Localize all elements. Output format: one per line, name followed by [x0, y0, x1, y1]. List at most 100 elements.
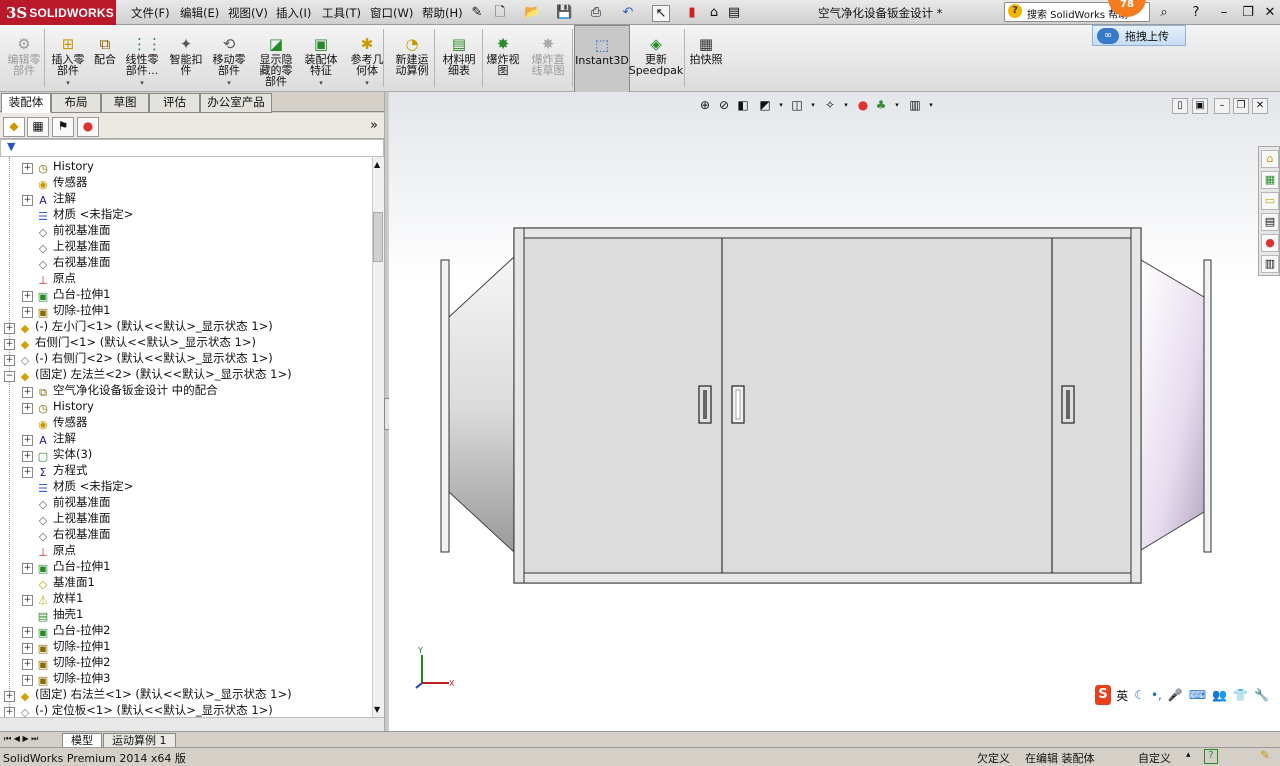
tree-item[interactable]: +◇右视基准面: [22, 254, 111, 271]
scroll-down-icon[interactable]: ▼: [374, 705, 380, 714]
tree-item[interactable]: + ▢ 实体(3): [22, 446, 92, 463]
command-button[interactable]: ▤ 材料明 细表: [440, 25, 478, 91]
expand-toggle-icon[interactable]: +: [22, 451, 33, 462]
view-palette-icon[interactable]: ▤: [1261, 213, 1279, 231]
tree-item[interactable]: − ◆ (固定) 左法兰<2> (默认<<默认>_显示状态 1>): [4, 366, 292, 383]
command-tab[interactable]: 装配体: [1, 93, 51, 113]
skin-icon[interactable]: 👕: [1233, 688, 1248, 702]
design-library-icon[interactable]: ▦: [1261, 171, 1279, 189]
search-magnifier-icon[interactable]: ⌕: [1156, 5, 1172, 20]
expand-toggle-icon[interactable]: +: [4, 339, 15, 350]
expand-toggle-icon[interactable]: +: [22, 163, 33, 174]
menu-item[interactable]: 工具(T): [322, 5, 361, 21]
new-document-icon[interactable]: 🗋: [492, 5, 508, 20]
door-handle-right[interactable]: [1061, 385, 1075, 424]
graphics-area[interactable]: Y X: [389, 92, 1280, 731]
expand-toggle-icon[interactable]: +: [22, 563, 33, 574]
display-style-icon[interactable]: ✧: [822, 97, 838, 113]
command-button[interactable]: ⋮⋮ 线性零 部件... ▾: [122, 25, 163, 91]
options-icon[interactable]: ▤: [726, 5, 742, 20]
expand-toggle-icon[interactable]: +: [4, 323, 15, 334]
right-flange[interactable]: [1140, 259, 1212, 553]
tree-item[interactable]: +▤抽壳1: [22, 606, 84, 623]
chevron-down-icon[interactable]: ▾: [227, 78, 231, 89]
tree-item[interactable]: + ▣ 凸台-拉伸1: [22, 286, 110, 303]
help-icon[interactable]: ?: [1188, 5, 1204, 20]
tree-item[interactable]: + ▣ 凸台-拉伸2: [22, 622, 110, 639]
select-cursor-icon[interactable]: ↖: [652, 5, 670, 22]
command-button[interactable]: ◪ 显示隐 藏的零 部件: [256, 25, 296, 91]
tree-item[interactable]: + ▣ 切除-拉伸2: [22, 654, 110, 671]
expand-toggle-icon[interactable]: +: [22, 387, 33, 398]
tree-item[interactable]: +◇前视基准面: [22, 494, 111, 511]
chevron-down-icon[interactable]: ▾: [773, 97, 789, 113]
tree-item[interactable]: +◇前视基准面: [22, 222, 111, 239]
pin-icon[interactable]: ✎: [469, 5, 485, 20]
microphone-icon[interactable]: 🎤: [1168, 688, 1183, 702]
chevron-down-icon[interactable]: ▾: [140, 78, 144, 89]
command-tab[interactable]: 布局: [51, 93, 101, 113]
tree-item[interactable]: +⊥原点: [22, 542, 76, 559]
tree-item[interactable]: +☰材质 <未指定>: [22, 206, 133, 223]
tree-item[interactable]: + ⧉ 空气净化设备钣金设计 中的配合: [22, 382, 218, 399]
command-button[interactable]: ✸ 爆炸直 线草图: [528, 25, 568, 91]
chevron-down-icon[interactable]: ▾: [889, 97, 905, 113]
doc-minimize-icon[interactable]: –: [1214, 98, 1230, 114]
status-custom-arrow[interactable]: ▴: [1186, 750, 1191, 760]
configuration-manager-icon[interactable]: ⚑: [52, 117, 74, 137]
command-tab[interactable]: 评估: [149, 93, 200, 113]
command-button[interactable]: ✦ 智能扣件: [167, 25, 205, 91]
file-properties-icon[interactable]: ⌂: [706, 5, 722, 20]
view-orientation-icon[interactable]: ◫: [789, 97, 805, 113]
sogou-logo[interactable]: S: [1095, 685, 1112, 705]
tree-item[interactable]: +◇基准面1: [22, 574, 95, 591]
tree-item[interactable]: +☰材质 <未指定>: [22, 478, 133, 495]
doc-restore-icon[interactable]: ❐: [1233, 98, 1249, 114]
ime-language[interactable]: 英: [1116, 687, 1128, 704]
print-icon[interactable]: ⎙: [588, 5, 604, 20]
file-explorer-icon[interactable]: ▭: [1261, 192, 1279, 210]
appearance-icon[interactable]: ●: [855, 97, 871, 113]
expand-toggle-icon[interactable]: +: [22, 307, 33, 318]
command-button[interactable]: ✸ 爆炸视图: [484, 25, 522, 91]
expand-toggle-icon[interactable]: +: [22, 467, 33, 478]
expand-toggle-icon[interactable]: +: [22, 195, 33, 206]
tree-filter[interactable]: ▼: [0, 139, 384, 157]
tree-horizontal-scrollbar[interactable]: [0, 717, 384, 731]
tree-item[interactable]: +◉传感器: [22, 414, 87, 431]
menu-item[interactable]: 视图(V): [228, 5, 268, 21]
tree-item[interactable]: + ▣ 凸台-拉伸1: [22, 558, 110, 575]
expand-toggle-icon[interactable]: +: [22, 643, 33, 654]
expand-toggle-icon[interactable]: +: [22, 595, 33, 606]
restore-icon[interactable]: ❐: [1240, 5, 1256, 20]
expand-toggle-icon[interactable]: +: [22, 627, 33, 638]
punctuation-icon[interactable]: •,: [1151, 688, 1162, 702]
tree-item[interactable]: + A 注解: [22, 190, 76, 207]
expand-toggle-icon[interactable]: +: [4, 691, 15, 702]
custom-properties-icon[interactable]: ▥: [1261, 255, 1279, 273]
doc-close-icon[interactable]: ✕: [1252, 98, 1268, 114]
expand-toggle-icon[interactable]: +: [22, 435, 33, 446]
menu-item[interactable]: 窗口(W): [370, 5, 413, 21]
tree-item[interactable]: + Σ 方程式: [22, 462, 88, 479]
command-button[interactable]: ◈ 更新 Speedpak: [629, 25, 684, 91]
command-button[interactable]: ⚙ 编辑零 部件: [4, 25, 44, 91]
cabinet-body[interactable]: [513, 227, 1142, 584]
tree-item[interactable]: + ◆ (固定) 右法兰<1> (默认<<默认>_显示状态 1>): [4, 686, 292, 703]
undo-icon[interactable]: ↶: [620, 5, 636, 20]
door-handle-center[interactable]: [731, 385, 745, 424]
expand-toggle-icon[interactable]: +: [4, 355, 15, 366]
status-info-icon[interactable]: ✎: [1260, 748, 1270, 762]
wrench-icon[interactable]: 🔧: [1254, 688, 1269, 702]
moon-icon[interactable]: ☾: [1134, 688, 1145, 702]
expand-toggle-icon[interactable]: +: [4, 707, 15, 717]
command-button[interactable]: ⬚ Instant3D: [574, 25, 630, 93]
tree-item[interactable]: + ◇ (-) 定位板<1> (默认<<默认>_显示状态 1>): [4, 702, 273, 717]
command-button[interactable]: ▦ 拍快照: [687, 25, 725, 91]
command-button[interactable]: ⧉ 配合: [92, 25, 118, 91]
tree-item[interactable]: + ▣ 切除-拉伸3: [22, 670, 110, 687]
minimize-icon[interactable]: –: [1216, 5, 1232, 20]
feature-manager-icon[interactable]: ◆: [3, 117, 25, 137]
property-manager-icon[interactable]: ▦: [27, 117, 49, 137]
solidworks-logo[interactable]: 3S SOLIDWORKS: [0, 0, 116, 25]
